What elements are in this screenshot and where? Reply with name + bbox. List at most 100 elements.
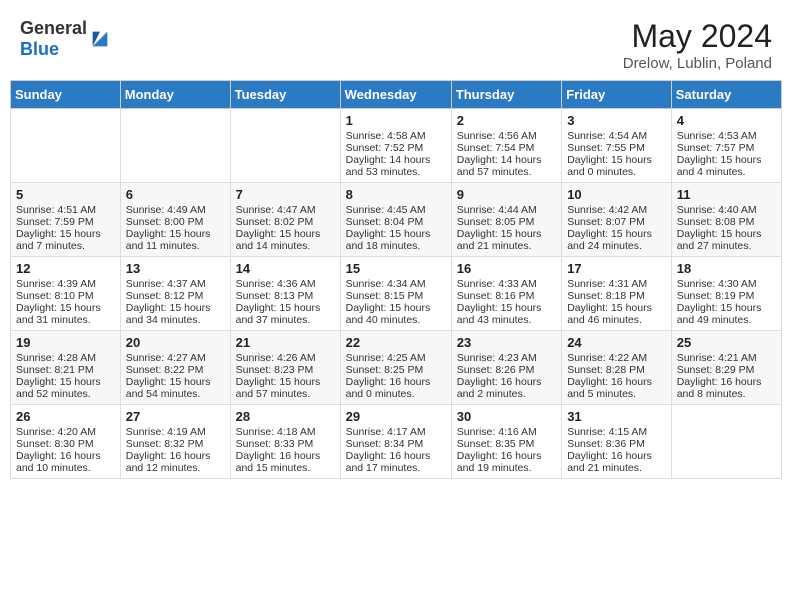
day-info-line: Sunset: 8:16 PM bbox=[457, 290, 556, 302]
calendar-cell: 10Sunrise: 4:42 AMSunset: 8:07 PMDayligh… bbox=[562, 183, 672, 257]
calendar-cell: 20Sunrise: 4:27 AMSunset: 8:22 PMDayligh… bbox=[120, 331, 230, 405]
calendar-cell: 23Sunrise: 4:23 AMSunset: 8:26 PMDayligh… bbox=[451, 331, 561, 405]
calendar-cell: 29Sunrise: 4:17 AMSunset: 8:34 PMDayligh… bbox=[340, 405, 451, 479]
calendar-cell: 15Sunrise: 4:34 AMSunset: 8:15 PMDayligh… bbox=[340, 257, 451, 331]
day-info-line: Daylight: 15 hours and 52 minutes. bbox=[16, 376, 115, 400]
day-info-line: Sunrise: 4:30 AM bbox=[677, 278, 776, 290]
day-number: 16 bbox=[457, 261, 556, 276]
day-number: 28 bbox=[236, 409, 335, 424]
day-info-line: Sunset: 8:05 PM bbox=[457, 216, 556, 228]
logo-text: General Blue bbox=[20, 18, 87, 60]
day-info-line: Sunset: 8:15 PM bbox=[346, 290, 446, 302]
day-info-line: Sunset: 8:02 PM bbox=[236, 216, 335, 228]
calendar-cell: 8Sunrise: 4:45 AMSunset: 8:04 PMDaylight… bbox=[340, 183, 451, 257]
day-info-line: Sunrise: 4:22 AM bbox=[567, 352, 666, 364]
calendar-cell: 19Sunrise: 4:28 AMSunset: 8:21 PMDayligh… bbox=[11, 331, 121, 405]
day-info-line: Sunset: 8:18 PM bbox=[567, 290, 666, 302]
day-info-line: Daylight: 15 hours and 24 minutes. bbox=[567, 228, 666, 252]
day-info-line: Sunrise: 4:28 AM bbox=[16, 352, 115, 364]
day-info-line: Daylight: 16 hours and 0 minutes. bbox=[346, 376, 446, 400]
day-info-line: Daylight: 15 hours and 37 minutes. bbox=[236, 302, 335, 326]
day-number: 10 bbox=[567, 187, 666, 202]
calendar-week-row: 1Sunrise: 4:58 AMSunset: 7:52 PMDaylight… bbox=[11, 109, 782, 183]
day-info-line: Sunrise: 4:16 AM bbox=[457, 426, 556, 438]
day-info-line: Sunrise: 4:17 AM bbox=[346, 426, 446, 438]
logo: General Blue bbox=[20, 18, 111, 60]
calendar-cell: 26Sunrise: 4:20 AMSunset: 8:30 PMDayligh… bbox=[11, 405, 121, 479]
day-header-tuesday: Tuesday bbox=[230, 81, 340, 109]
day-info-line: Sunrise: 4:33 AM bbox=[457, 278, 556, 290]
calendar-cell: 6Sunrise: 4:49 AMSunset: 8:00 PMDaylight… bbox=[120, 183, 230, 257]
calendar-week-row: 5Sunrise: 4:51 AMSunset: 7:59 PMDaylight… bbox=[11, 183, 782, 257]
calendar-cell: 28Sunrise: 4:18 AMSunset: 8:33 PMDayligh… bbox=[230, 405, 340, 479]
day-number: 13 bbox=[126, 261, 225, 276]
day-info-line: Daylight: 15 hours and 43 minutes. bbox=[457, 302, 556, 326]
day-info-line: Sunset: 8:28 PM bbox=[567, 364, 666, 376]
day-number: 9 bbox=[457, 187, 556, 202]
day-info-line: Sunrise: 4:44 AM bbox=[457, 204, 556, 216]
calendar-cell: 24 Sunrise: 4:22 AMSunset: 8:28 PMDayligh… bbox=[562, 331, 672, 405]
day-info-line: Sunset: 8:08 PM bbox=[677, 216, 776, 228]
calendar-cell: 13Sunrise: 4:37 AMSunset: 8:12 PMDayligh… bbox=[120, 257, 230, 331]
day-info-line: Sunrise: 4:21 AM bbox=[677, 352, 776, 364]
day-info-line: Sunset: 8:00 PM bbox=[126, 216, 225, 228]
calendar-cell bbox=[11, 109, 121, 183]
day-info-line: Sunrise: 4:42 AM bbox=[567, 204, 666, 216]
day-info-line: Sunrise: 4:25 AM bbox=[346, 352, 446, 364]
day-number: 11 bbox=[677, 187, 776, 202]
calendar-table: SundayMondayTuesdayWednesdayThursdayFrid… bbox=[10, 80, 782, 479]
day-info-line: Sunrise: 4:58 AM bbox=[346, 130, 446, 142]
day-info-line: Sunrise: 4:53 AM bbox=[677, 130, 776, 142]
calendar-cell: 2Sunrise: 4:56 AMSunset: 7:54 PMDaylight… bbox=[451, 109, 561, 183]
day-info-line: Sunset: 8:04 PM bbox=[346, 216, 446, 228]
day-info-line: Daylight: 16 hours and 5 minutes. bbox=[567, 376, 666, 400]
day-info-line: Sunset: 7:55 PM bbox=[567, 142, 666, 154]
calendar-cell: 14Sunrise: 4:36 AMSunset: 8:13 PMDayligh… bbox=[230, 257, 340, 331]
day-header-sunday: Sunday bbox=[11, 81, 121, 109]
day-info-line: Daylight: 16 hours and 10 minutes. bbox=[16, 450, 115, 474]
day-info-line: Sunset: 7:54 PM bbox=[457, 142, 556, 154]
day-number: 20 bbox=[126, 335, 225, 350]
day-info-line: Daylight: 15 hours and 14 minutes. bbox=[236, 228, 335, 252]
day-info-line: Sunset: 8:10 PM bbox=[16, 290, 115, 302]
calendar-cell: 1Sunrise: 4:58 AMSunset: 7:52 PMDaylight… bbox=[340, 109, 451, 183]
calendar-cell: 17Sunrise: 4:31 AMSunset: 8:18 PMDayligh… bbox=[562, 257, 672, 331]
day-number: 2 bbox=[457, 113, 556, 128]
day-info-line: Sunrise: 4:36 AM bbox=[236, 278, 335, 290]
calendar-week-row: 26Sunrise: 4:20 AMSunset: 8:30 PMDayligh… bbox=[11, 405, 782, 479]
day-number: 24 bbox=[567, 335, 666, 350]
day-info-line: Sunset: 7:59 PM bbox=[16, 216, 115, 228]
day-info-line: Daylight: 15 hours and 4 minutes. bbox=[677, 154, 776, 178]
day-header-saturday: Saturday bbox=[671, 81, 781, 109]
day-info-line: Daylight: 16 hours and 12 minutes. bbox=[126, 450, 225, 474]
calendar-cell: 7Sunrise: 4:47 AMSunset: 8:02 PMDaylight… bbox=[230, 183, 340, 257]
day-info-line: Sunset: 8:23 PM bbox=[236, 364, 335, 376]
day-number: 1 bbox=[346, 113, 446, 128]
day-number: 31 bbox=[567, 409, 666, 424]
calendar-cell: 27Sunrise: 4:19 AMSunset: 8:32 PMDayligh… bbox=[120, 405, 230, 479]
day-info-line: Daylight: 15 hours and 27 minutes. bbox=[677, 228, 776, 252]
day-info-line: Daylight: 15 hours and 21 minutes. bbox=[457, 228, 556, 252]
day-number: 19 bbox=[16, 335, 115, 350]
logo-general: General bbox=[20, 18, 87, 38]
day-info-line: Sunrise: 4:18 AM bbox=[236, 426, 335, 438]
calendar-cell: 11Sunrise: 4:40 AMSunset: 8:08 PMDayligh… bbox=[671, 183, 781, 257]
day-info-line: Sunset: 8:25 PM bbox=[346, 364, 446, 376]
day-info-line: Daylight: 15 hours and 40 minutes. bbox=[346, 302, 446, 326]
calendar-week-row: 19Sunrise: 4:28 AMSunset: 8:21 PMDayligh… bbox=[11, 331, 782, 405]
calendar-cell: 4Sunrise: 4:53 AMSunset: 7:57 PMDaylight… bbox=[671, 109, 781, 183]
day-info-line: Daylight: 15 hours and 11 minutes. bbox=[126, 228, 225, 252]
month-year-title: May 2024 bbox=[623, 18, 772, 55]
day-info-line: Sunset: 8:32 PM bbox=[126, 438, 225, 450]
calendar-cell: 12Sunrise: 4:39 AMSunset: 8:10 PMDayligh… bbox=[11, 257, 121, 331]
logo-blue: Blue bbox=[20, 39, 59, 59]
day-info-line: Sunrise: 4:26 AM bbox=[236, 352, 335, 364]
day-info-line: Sunset: 8:36 PM bbox=[567, 438, 666, 450]
day-info-line: Daylight: 14 hours and 53 minutes. bbox=[346, 154, 446, 178]
day-info-line: Sunset: 8:22 PM bbox=[126, 364, 225, 376]
calendar-cell: 18Sunrise: 4:30 AMSunset: 8:19 PMDayligh… bbox=[671, 257, 781, 331]
day-number: 6 bbox=[126, 187, 225, 202]
calendar-cell bbox=[671, 405, 781, 479]
day-info-line: Sunrise: 4:19 AM bbox=[126, 426, 225, 438]
day-info-line: Daylight: 15 hours and 7 minutes. bbox=[16, 228, 115, 252]
